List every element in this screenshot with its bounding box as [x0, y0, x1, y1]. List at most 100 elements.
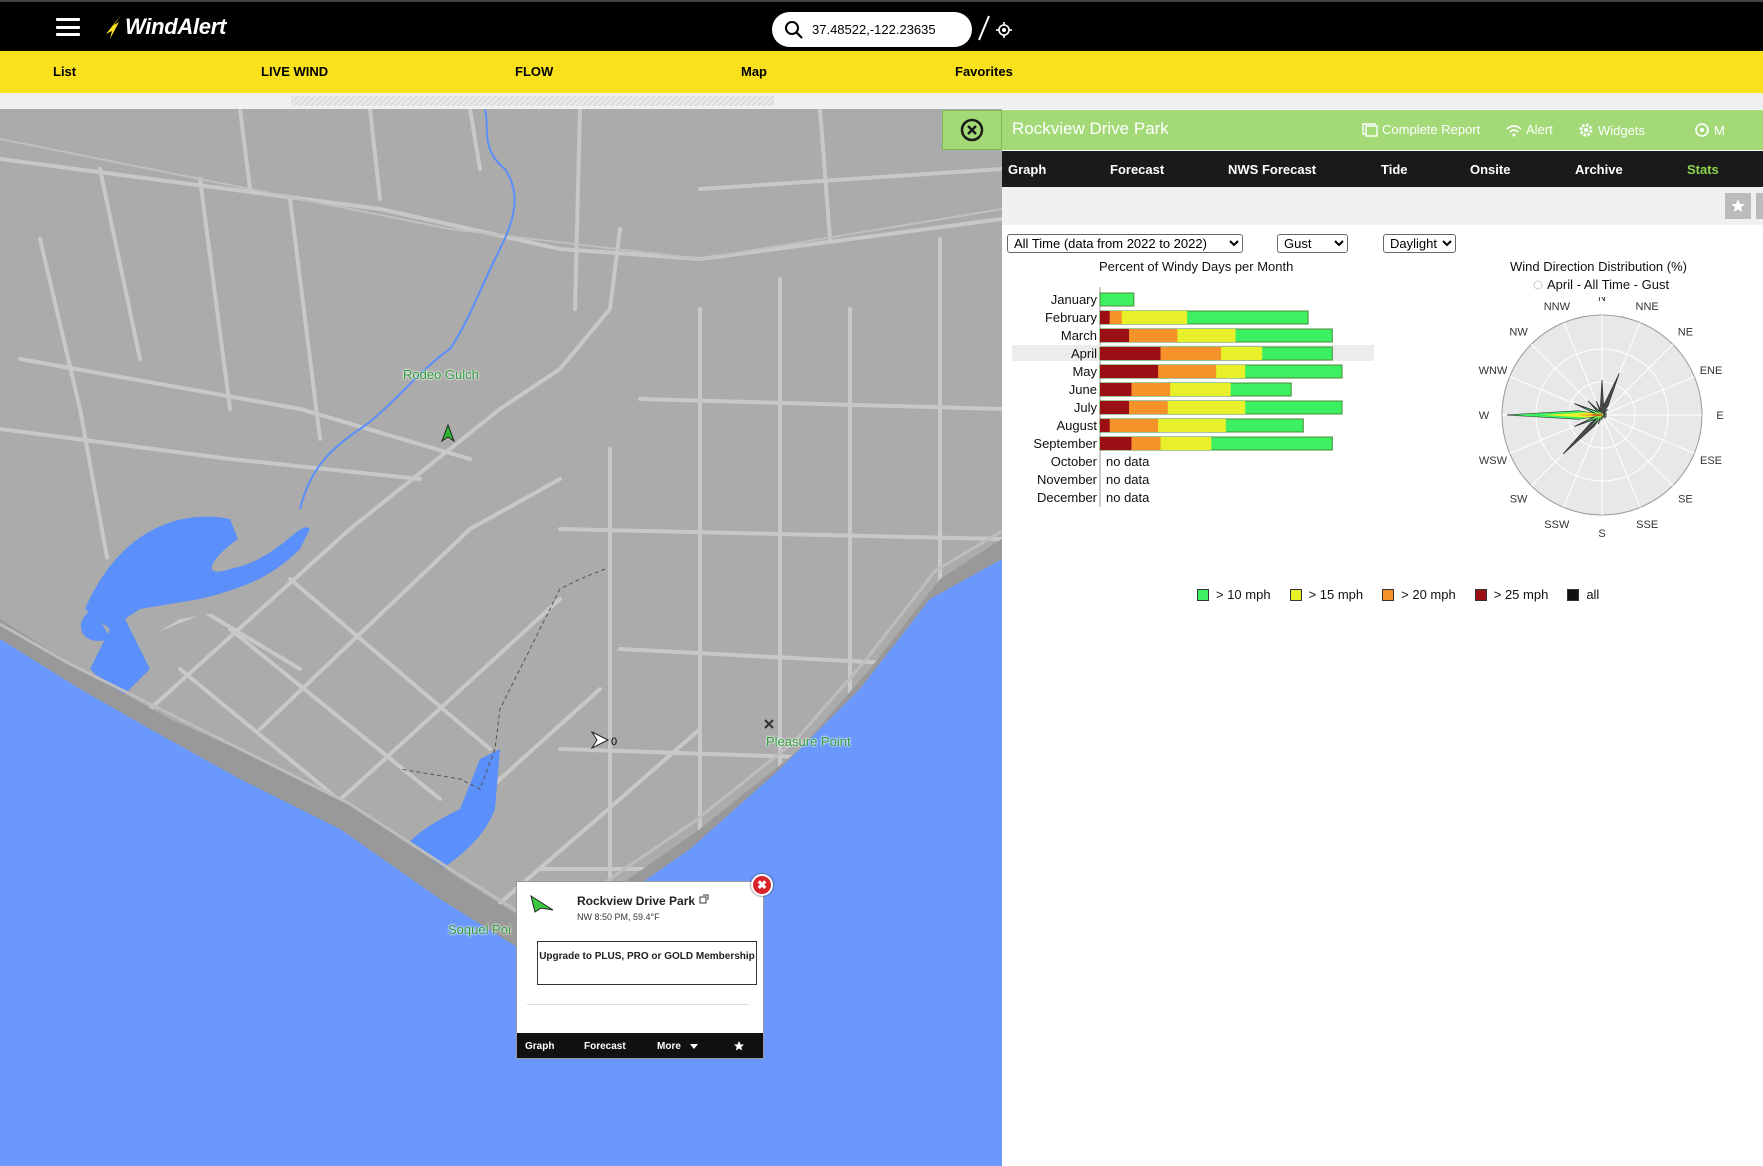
category-label: March — [1061, 328, 1097, 343]
complete-report-label: Complete Report — [1382, 122, 1481, 137]
direction-label: WNW — [1479, 365, 1508, 377]
time-select[interactable]: Daylight — [1383, 234, 1456, 253]
category-label: September — [1033, 436, 1097, 451]
windy-days-bar-chart: 025%50%75%100%JanuaryFebruaryMarchAprilM… — [1012, 287, 1374, 507]
bar — [1099, 292, 1135, 307]
direction-label: NNW — [1544, 301, 1571, 313]
horizontal-scrollbar[interactable] — [291, 96, 774, 106]
direction-label: N — [1598, 297, 1606, 304]
station-marker[interactable] — [590, 730, 610, 750]
radio-icon[interactable] — [1533, 280, 1543, 290]
legend-swatch-gt15 — [1289, 588, 1302, 601]
wind-arrow-marker[interactable] — [440, 423, 456, 443]
bar — [1100, 383, 1132, 396]
category-label: December — [1037, 490, 1098, 505]
legend-swatch-gt20 — [1382, 588, 1395, 601]
station-panel: Rockview Drive Park Complete Report Aler… — [942, 109, 1763, 1166]
nav-map[interactable]: Map — [741, 64, 767, 79]
direction-label: E — [1716, 410, 1723, 422]
logo[interactable]: WindAlert — [103, 12, 226, 42]
legend-swatch-gt10 — [1197, 588, 1209, 601]
popup-tab-graph[interactable]: Graph — [525, 1041, 554, 1052]
tab-graph[interactable]: Graph — [1008, 162, 1046, 177]
buoy-icon[interactable] — [764, 719, 774, 729]
external-link-icon[interactable] — [699, 894, 709, 904]
category-label: August — [1057, 418, 1098, 433]
popup-close-button[interactable]: ✖ — [751, 874, 773, 896]
toolbar-overflow-button[interactable] — [1756, 193, 1763, 219]
category-label: January — [1051, 292, 1098, 307]
direction-label: NNE — [1636, 301, 1659, 313]
tab-forecast[interactable]: Forecast — [1110, 162, 1164, 177]
widgets-link[interactable]: Widgets — [1578, 122, 1645, 138]
bar — [1100, 329, 1130, 342]
map-canvas: 0 — [0, 109, 1002, 1166]
map[interactable]: 0 Rodeo Gulch Pleasure Point Soquel Poi … — [0, 109, 1002, 1166]
upgrade-button[interactable]: Upgrade to PLUS, PRO or GOLD Membership — [537, 941, 757, 985]
tab-stats[interactable]: Stats — [1687, 162, 1719, 177]
direction-label: ESE — [1700, 455, 1722, 467]
menu-icon[interactable] — [56, 18, 80, 36]
popup-tab-more[interactable]: More — [657, 1041, 681, 1052]
legend-gt20[interactable]: > 20 mph — [1382, 587, 1456, 602]
category-label: June — [1069, 382, 1097, 397]
tab-archive[interactable]: Archive — [1575, 162, 1623, 177]
star-icon[interactable] — [733, 1040, 745, 1052]
station-popup: ✖ Rockview Drive Park NW 8:50 PM, 59.4°F… — [516, 874, 773, 1059]
wind-rose-subtitle: April - All Time - Gust — [1547, 277, 1670, 292]
nav-list[interactable]: List — [53, 64, 76, 79]
map-label-pleasure-point: Pleasure Point — [766, 734, 851, 749]
wind-rose-subtitle-row: April - All Time - Gust — [1533, 277, 1669, 292]
no-data-label: no data — [1106, 472, 1150, 487]
legend-gt25[interactable]: > 25 mph — [1474, 587, 1549, 602]
legend-swatch-gt25 — [1474, 588, 1487, 601]
search-input[interactable] — [810, 21, 964, 38]
logo-text: WindAlert — [125, 14, 226, 39]
map-label-rodeo-gulch: Rodeo Gulch — [403, 367, 479, 382]
legend-gt15[interactable]: > 15 mph — [1289, 587, 1364, 602]
tab-onsite[interactable]: Onsite — [1470, 162, 1510, 177]
more-link[interactable]: M — [1694, 122, 1725, 138]
legend-gt10[interactable]: > 10 mph — [1197, 587, 1271, 602]
alert-link[interactable]: Alert — [1506, 122, 1553, 137]
main-nav: List LIVE WIND FLOW Map Favorites — [0, 51, 1763, 93]
nav-flow[interactable]: FLOW — [515, 64, 553, 79]
tab-nws-forecast[interactable]: NWS Forecast — [1228, 162, 1316, 177]
complete-report-link[interactable]: Complete Report — [1362, 122, 1480, 137]
no-data-label: no data — [1106, 454, 1150, 469]
alert-label: Alert — [1526, 122, 1553, 137]
panel-toolbar — [1002, 187, 1763, 225]
bar — [1100, 365, 1159, 378]
direction-label: WSW — [1479, 455, 1508, 467]
bar — [1100, 311, 1110, 324]
no-data-label: no data — [1106, 490, 1150, 505]
favorite-button[interactable] — [1725, 193, 1751, 219]
popup-station-name[interactable]: Rockview Drive Park — [577, 894, 695, 908]
legend-label-all: all — [1586, 587, 1600, 602]
period-select[interactable]: All Time (data from 2022 to 2022) — [1007, 234, 1243, 253]
divider-slash-icon — [978, 15, 990, 41]
map-pin-icon — [1695, 123, 1709, 137]
nav-live-wind[interactable]: LIVE WIND — [261, 64, 328, 79]
popup-divider — [527, 1004, 749, 1005]
measure-select[interactable]: Gust — [1277, 234, 1348, 253]
direction-label: NW — [1509, 327, 1528, 339]
close-circle-icon — [960, 118, 984, 142]
close-panel-button[interactable] — [942, 110, 1002, 150]
direction-label: SSW — [1544, 519, 1570, 531]
legend-label-gt15: > 15 mph — [1308, 587, 1364, 602]
category-label: February — [1045, 310, 1098, 325]
search-box[interactable] — [772, 12, 972, 47]
legend-label-gt25: > 25 mph — [1493, 587, 1549, 602]
map-toolbar-strip — [0, 93, 1763, 109]
bar — [1100, 419, 1110, 432]
legend-swatch-all — [1567, 588, 1580, 601]
locate-icon[interactable] — [996, 22, 1012, 38]
direction-label: SW — [1510, 493, 1528, 505]
nav-favorites[interactable]: Favorites — [955, 64, 1013, 79]
tab-tide[interactable]: Tide — [1381, 162, 1408, 177]
chart-legend: > 10 mph > 15 mph > 20 mph > 25 mph all — [1197, 587, 1599, 602]
popup-tab-forecast[interactable]: Forecast — [584, 1041, 626, 1052]
legend-all[interactable]: all — [1567, 587, 1599, 602]
direction-label: SE — [1678, 493, 1693, 505]
